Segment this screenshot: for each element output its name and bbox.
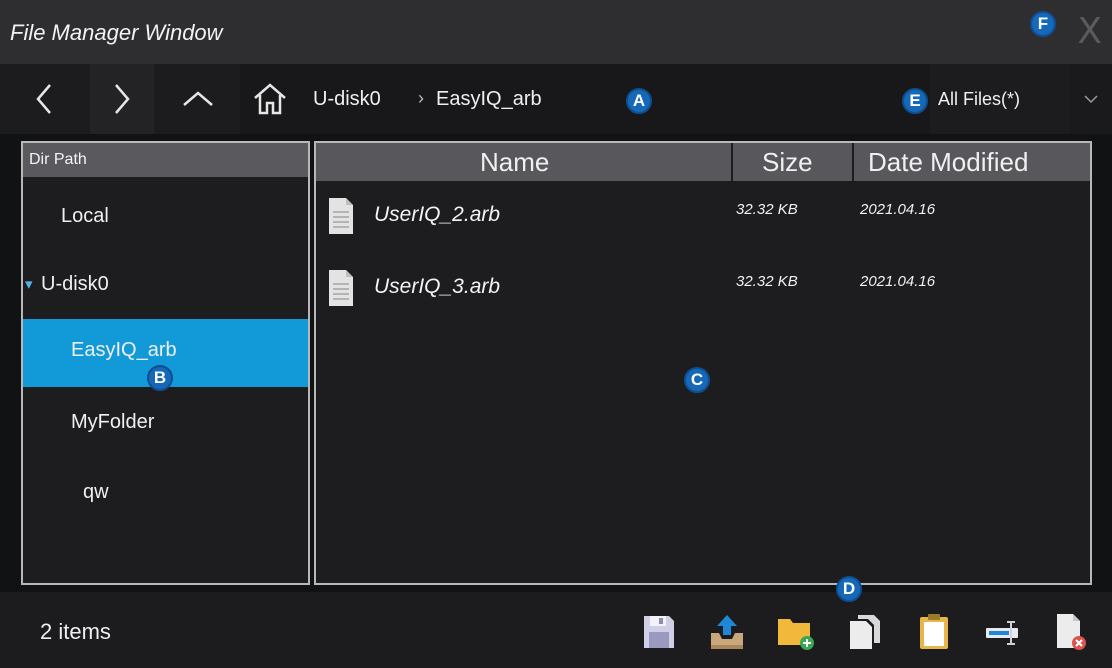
status-bar: 2 items D [0,576,1112,668]
marker-b: B [147,365,173,391]
dir-item-local[interactable]: Local [23,183,308,251]
back-button[interactable] [12,64,76,134]
marker-c: C [684,367,710,393]
new-folder-button[interactable] [776,610,816,654]
column-header-size[interactable]: Size [762,147,813,178]
chevron-up-icon [183,91,213,106]
home-icon [254,83,286,115]
dir-item-easyiq-arb[interactable]: EasyIQ_arb B [23,319,308,391]
file-name: UserIQ_3.arb [374,275,501,298]
close-button[interactable]: X [1077,14,1102,50]
dir-item-label: Local [61,205,109,227]
file-row[interactable]: UserIQ_2.arb 32.32 KB 2021.04.16 [316,187,1090,251]
export-button[interactable] [707,610,747,654]
delete-file-icon [1057,614,1086,650]
title-bar: File Manager Window X F [0,0,1112,64]
file-name: UserIQ_2.arb [374,203,501,226]
window-title: File Manager Window [10,20,223,45]
breadcrumb: U-disk0 › EasyIQ_arb A [240,64,930,134]
toolbar: U-disk0 › EasyIQ_arb A All Files(*) E [0,64,1112,134]
file-row[interactable]: UserIQ_3.arb 32.32 KB 2021.04.16 [316,259,1090,323]
marker-a: A [626,88,652,114]
file-list-pane: Name Size Date Modified UserIQ_2.arb 32.… [314,141,1092,585]
file-size: 32.32 KB [736,201,798,218]
forward-button[interactable] [90,64,154,134]
dir-item-label: qw [83,481,109,503]
dir-item-label: U-disk0 [41,273,109,295]
file-type-filter[interactable]: All Files(*) [930,64,1070,134]
up-button[interactable] [166,64,230,134]
dir-path-header: Dir Path [23,143,308,177]
file-date: 2021.04.16 [860,273,936,290]
chevron-down-icon [1084,95,1098,104]
copy-icon [850,615,880,649]
marker-f: F [1030,11,1056,37]
save-button[interactable] [639,610,679,654]
paste-icon [920,614,948,649]
dir-item-qw[interactable]: qw [23,459,308,527]
marker-d: D [836,576,862,602]
dir-item-u-disk0[interactable]: ▾ U-disk0 [23,251,308,319]
item-count: 2 items [40,619,111,644]
upload-tray-icon [711,615,743,649]
column-divider [852,143,854,181]
document-icon [329,270,353,306]
filter-selected: All Files(*) [938,89,1021,109]
marker-e: E [902,88,928,114]
dir-item-myfolder[interactable]: MyFolder [23,389,308,457]
dir-path-pane: Dir Path Local ▾ U-disk0 EasyIQ_arb B My… [21,141,310,585]
chevron-left-icon [36,84,51,114]
document-icon [329,198,353,234]
file-list-header: Name Size Date Modified [316,143,1090,181]
file-date: 2021.04.16 [860,201,936,218]
new-folder-icon [778,619,814,650]
delete-button[interactable] [1052,610,1092,654]
breadcrumb-segment[interactable]: U-disk0 [313,88,381,111]
rename-button[interactable] [982,610,1022,654]
column-header-name[interactable]: Name [480,147,549,178]
paste-button[interactable] [914,610,954,654]
dir-item-label: EasyIQ_arb [71,339,177,361]
dir-item-label: MyFolder [71,411,155,433]
save-icon [644,616,674,648]
column-divider [731,143,733,181]
column-header-date[interactable]: Date Modified [868,147,1028,178]
breadcrumb-segment[interactable]: EasyIQ_arb [436,88,542,111]
rename-icon [986,621,1018,645]
filter-dropdown-button[interactable] [1070,64,1112,134]
expand-triangle-icon[interactable]: ▾ [25,275,33,293]
chevron-right-icon [115,84,130,114]
home-button[interactable] [252,82,288,121]
file-size: 32.32 KB [736,273,798,290]
copy-button[interactable] [845,610,885,654]
breadcrumb-separator: › [418,88,424,108]
